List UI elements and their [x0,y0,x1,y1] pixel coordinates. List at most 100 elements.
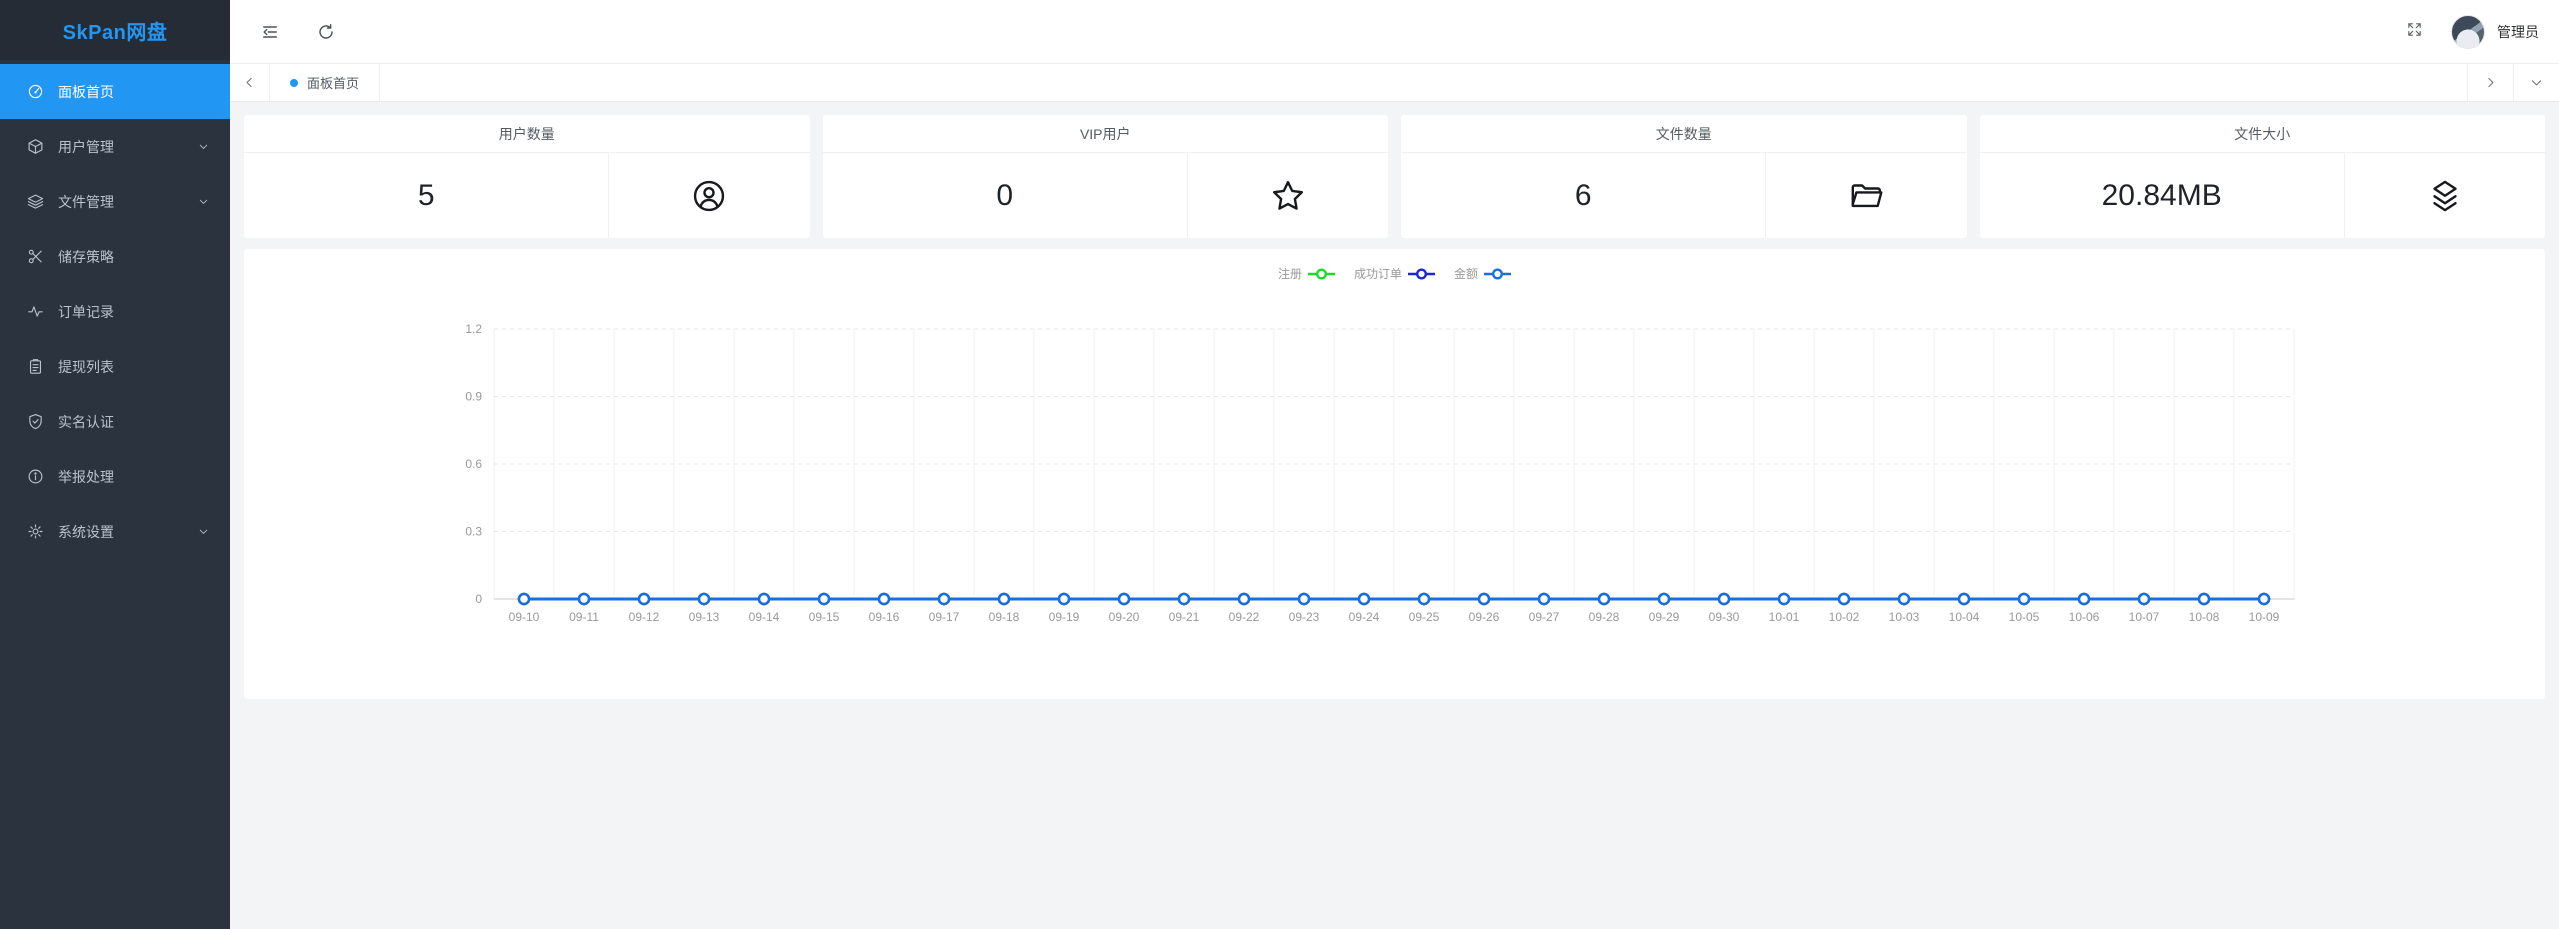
stack-icon [2433,180,2457,211]
legend-item-success-orders[interactable]: 成功订单 [1354,265,1435,282]
sidebar-item-identity-verify[interactable]: 实名认证 [0,394,230,449]
legend-line-marker [1307,267,1335,280]
svg-text:10-09: 10-09 [2249,610,2280,624]
svg-text:10-03: 10-03 [1889,610,1920,624]
svg-text:0.3: 0.3 [465,525,482,539]
svg-text:09-10: 09-10 [509,610,540,624]
scissors-icon [28,249,42,264]
stat-title: 用户数量 [244,115,810,153]
cube-icon [28,139,43,154]
page-content: 用户数量 5 VIP用户 0 文件数量 6 文件大小 20.84MB 注册 成功… [230,102,2559,929]
svg-text:09-15: 09-15 [809,610,840,624]
admin-avatar[interactable] [2451,14,2485,49]
svg-text:09-21: 09-21 [1169,610,1200,624]
svg-text:09-23: 09-23 [1289,610,1320,624]
legend-label: 注册 [1277,267,1302,281]
sidebar-item-settings[interactable]: 系统设置 [0,504,230,559]
svg-text:10-06: 10-06 [2069,610,2100,624]
svg-text:0.6: 0.6 [465,457,482,471]
fullscreen-icon [2408,22,2421,36]
svg-text:09-22: 09-22 [1229,610,1260,624]
legend-item-register[interactable]: 注册 [1278,265,1335,282]
stat-value: 6 [1574,178,1592,212]
legend-line-marker [1408,267,1435,280]
main-area: 管理员 面板首页 用户数量 5 VIP用户 0 文件数量 6 文件大小 20.8… [230,0,2559,929]
svg-text:10-08: 10-08 [2189,610,2220,624]
layers-icon [27,194,44,209]
sidebar-item-files[interactable]: 文件管理 [0,174,230,229]
chart-legend: 注册 成功订单 金额 [244,265,2545,282]
svg-text:09-26: 09-26 [1469,610,1500,624]
svg-text:10-05: 10-05 [2009,610,2040,624]
sidebar-item-label: 系统设置 [58,523,114,540]
chevron-down-icon [199,529,208,534]
star-icon [1272,180,1303,210]
folder-open-icon [1852,183,1883,207]
stat-title: VIP用户 [822,115,1388,153]
active-tab-dot [290,78,298,87]
sidebar-item-reports[interactable]: 举报处理 [0,449,230,504]
sidebar-item-storage-policy[interactable]: 储存策略 [0,229,230,284]
trend-line-chart: 0 0.3 0.6 0.9 1.2 09-10 09-11 09-12 09-13 09-14 09… [465,322,2295,624]
svg-text:10-07: 10-07 [2129,610,2160,624]
svg-text:09-30: 09-30 [1709,610,1740,624]
chevron-down-icon [2531,80,2542,86]
sidebar-item-withdrawals[interactable]: 提现列表 [0,339,230,394]
svg-text:09-16: 09-16 [869,610,900,624]
fullscreen-button[interactable] [2406,21,2423,43]
sidebar-item-label: 面板首页 [58,83,114,100]
legend-item-amount[interactable]: 金额 [1454,265,1512,282]
tabs-menu-button[interactable] [2513,64,2559,101]
svg-text:09-12: 09-12 [629,610,660,624]
collapse-sidebar-button[interactable] [260,22,280,42]
svg-text:09-11: 09-11 [569,610,599,624]
svg-text:09-19: 09-19 [1049,610,1080,624]
refresh-button[interactable] [316,22,336,42]
sidebar-item-label: 文件管理 [58,193,114,210]
svg-text:10-04: 10-04 [1949,610,1980,624]
sidebar-item-label: 订单记录 [58,303,114,320]
svg-text:0: 0 [475,592,482,606]
sidebar-item-label: 提现列表 [58,358,114,375]
trend-chart-card: 注册 成功订单 金额 0 0.3 0.6 0.9 1.2 09-10 09-11 09-12 0… [244,249,2545,699]
legend-label: 金额 [1454,267,1479,281]
sidebar-item-users[interactable]: 用户管理 [0,119,230,174]
chevron-right-icon [2488,77,2494,88]
admin-name[interactable]: 管理员 [2497,22,2539,42]
sidebar-item-label: 储存策略 [58,248,114,265]
chevron-left-icon [246,77,252,88]
svg-text:09-18: 09-18 [989,610,1020,624]
stats-row: 用户数量 5 VIP用户 0 文件数量 6 文件大小 20.84MB [244,115,2545,238]
sidebar: SkPan网盘 面板首页 用户管理 文件管理 储存策略 订单记录 提现列表 实名… [0,0,230,929]
legend-label: 成功订单 [1353,267,1402,281]
tab-dashboard[interactable]: 面板首页 [270,64,381,101]
tab-bar: 面板首页 [230,64,2559,102]
stat-value: 0 [996,178,1013,212]
tabs-scroll-right-button[interactable] [2467,64,2513,101]
svg-text:1.2: 1.2 [465,322,482,336]
chevron-down-icon [199,144,208,149]
top-header: 管理员 [230,0,2559,64]
stat-value: 5 [417,178,435,212]
stat-card-file-count: 文件数量 6 [1401,115,1967,238]
svg-text:09-28: 09-28 [1589,610,1620,624]
info-circle-icon [28,469,43,484]
sidebar-item-orders[interactable]: 订单记录 [0,284,230,339]
svg-text:09-14: 09-14 [749,610,780,624]
tab-label: 面板首页 [307,76,360,91]
sidebar-item-label: 举报处理 [58,468,114,485]
user-circle-icon [694,180,725,211]
stat-card-file-size: 文件大小 20.84MB [1979,115,2545,238]
legend-line-marker [1484,267,1512,280]
sidebar-item-dashboard[interactable]: 面板首页 [0,64,230,119]
svg-text:09-20: 09-20 [1109,610,1140,624]
sidebar-item-label: 用户管理 [58,138,114,155]
svg-text:10-01: 10-01 [1769,610,1800,624]
activity-icon [28,306,43,317]
refresh-icon [319,23,333,39]
stat-title: 文件数量 [1401,115,1967,153]
stat-value: 20.84MB [2101,178,2222,212]
svg-text:09-29: 09-29 [1649,610,1680,624]
stat-card-vip-users: VIP用户 0 [822,115,1388,238]
tabs-scroll-left-button[interactable] [230,64,270,101]
